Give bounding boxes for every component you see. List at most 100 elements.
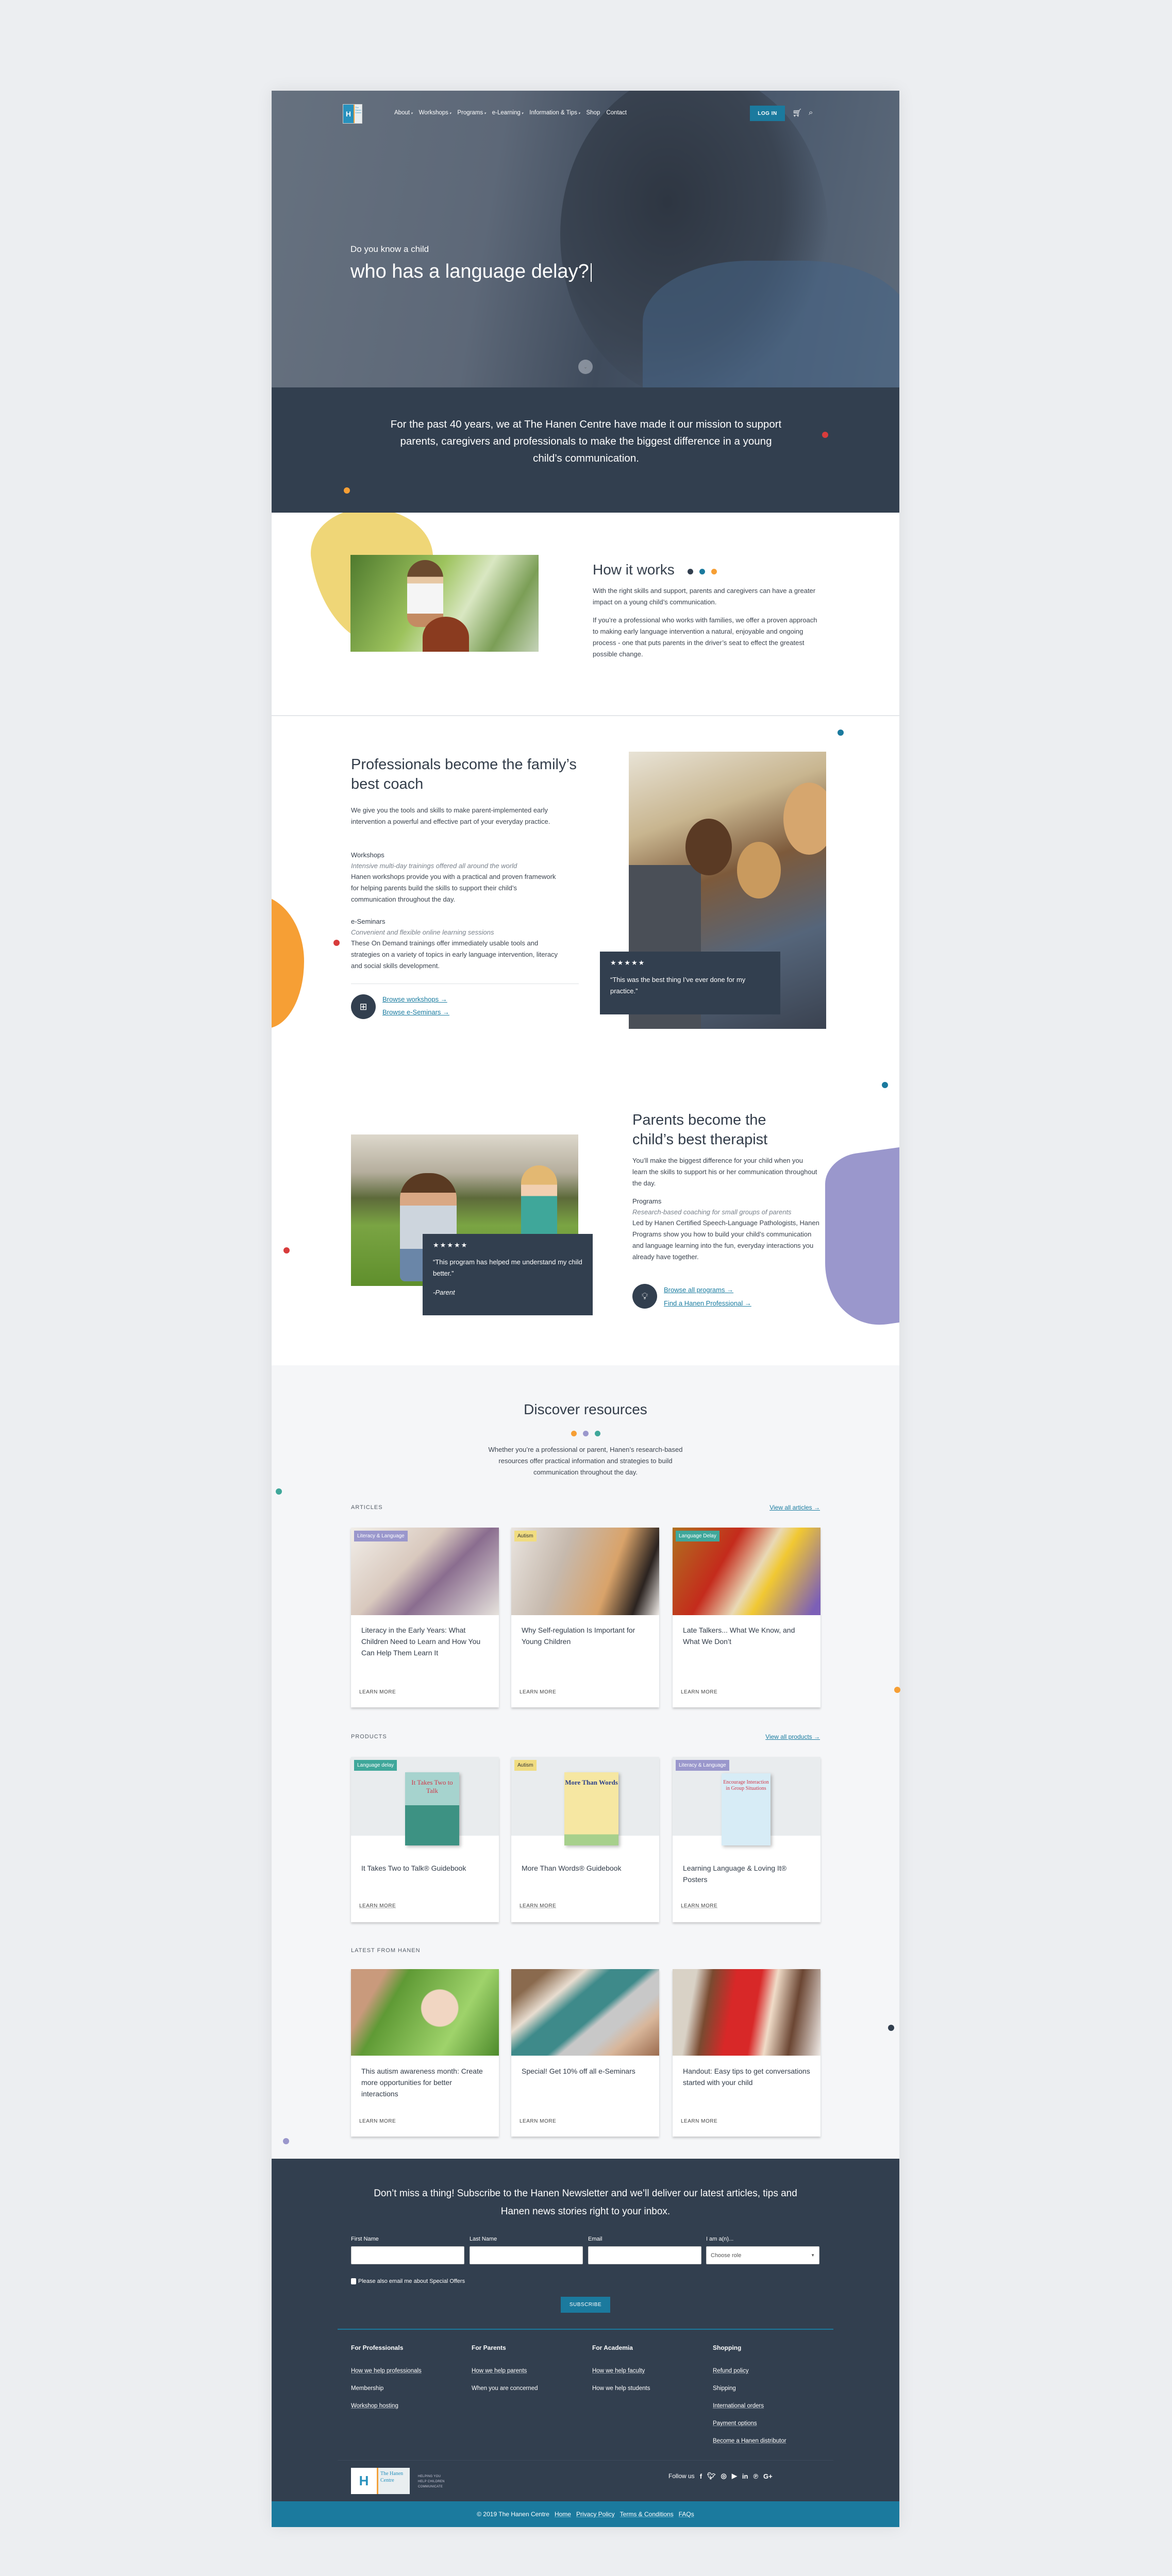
footer-link[interactable]: How we help faculty	[592, 2362, 650, 2380]
login-button[interactable]: LOG IN	[750, 106, 785, 121]
decorative-dot	[283, 2138, 289, 2144]
article-card[interactable]: Autism Why Self-regulation Is Important …	[511, 1528, 659, 1707]
article-card[interactable]: Literacy & Language Literacy in the Earl…	[351, 1528, 499, 1707]
footer-link[interactable]: Membership	[351, 2380, 422, 2397]
instagram-icon[interactable]: ◎	[721, 2472, 727, 2480]
terms-link[interactable]: Terms & Conditions	[620, 2511, 674, 2518]
mission-text: For the past 40 years, we at The Hanen C…	[390, 418, 782, 464]
scroll-down-button[interactable]: ⌄	[578, 360, 593, 374]
nav-shop[interactable]: Shop	[586, 110, 600, 116]
footer-link[interactable]: How we help professionals	[351, 2362, 422, 2380]
faqs-link[interactable]: FAQs	[679, 2511, 694, 2518]
special-offers-checkbox[interactable]	[351, 2278, 356, 2284]
nav-about[interactable]: About ▾	[394, 110, 413, 116]
news-card[interactable]: Handout: Easy tips to get conversations …	[673, 1969, 821, 2137]
news-card[interactable]: This autism awareness month: Create more…	[351, 1969, 499, 2137]
twitter-icon[interactable]: 🐦︎	[707, 2472, 716, 2480]
last-name-input[interactable]	[470, 2246, 583, 2264]
decorative-dot	[838, 730, 844, 736]
workshops-subtitle: Intensive multi-day trainings offered al…	[351, 862, 517, 870]
footer-link[interactable]: Payment options	[713, 2415, 786, 2432]
footer-logo[interactable]: H The Hanen Centre	[351, 2468, 410, 2494]
linkedin-icon[interactable]: in	[742, 2472, 748, 2480]
home-link[interactable]: Home	[555, 2511, 571, 2518]
chevron-down-icon: ▾	[578, 112, 580, 115]
star-icon: ★	[433, 1241, 440, 1249]
learn-more-link[interactable]: LEARN MORE	[681, 1903, 717, 1909]
learn-more-link[interactable]: LEARN MORE	[359, 2119, 396, 2124]
chevron-down-icon: ▾	[411, 112, 413, 115]
learn-more-link[interactable]: LEARN MORE	[520, 2119, 556, 2124]
category-tag: Autism	[514, 1760, 537, 1771]
learn-more-link[interactable]: LEARN MORE	[520, 1903, 556, 1909]
article-card[interactable]: Language Delay Late Talkers... What We K…	[673, 1528, 821, 1707]
decorative-dot	[283, 1247, 290, 1253]
pinterest-icon[interactable]: ℗	[753, 2472, 758, 2480]
subscribe-button[interactable]: SUBSCRIBE	[561, 2297, 610, 2313]
decorative-blob	[272, 894, 304, 1028]
footer-link[interactable]: How we help students	[592, 2380, 650, 2397]
articles-label: ARTICLES	[351, 1504, 383, 1511]
checkbox-label: Please also email me about Special Offer…	[358, 2278, 465, 2284]
youtube-icon[interactable]: ▶	[732, 2472, 737, 2480]
search-icon[interactable]: ⌕	[809, 108, 813, 117]
news-card[interactable]: Special! Get 10% off all e-Seminars LEAR…	[511, 1969, 659, 2137]
rating-stars: ★★★★★	[610, 959, 770, 967]
hero-title-text: who has a language delay?	[350, 261, 589, 282]
news-title: This autism awareness month: Create more…	[361, 2067, 483, 2098]
nav-workshops[interactable]: Workshops ▾	[419, 110, 451, 116]
product-card[interactable]: It Takes Two to Talk Language delay It T…	[351, 1757, 499, 1922]
category-tag: Language Delay	[676, 1531, 719, 1541]
footer-link[interactable]: Refund policy	[713, 2362, 786, 2380]
decorative-dot	[888, 2025, 894, 2031]
lightbulb-icon: 💡︎	[632, 1284, 657, 1309]
nav-programs[interactable]: Programs ▾	[457, 110, 485, 116]
mission-band: For the past 40 years, we at The Hanen C…	[272, 387, 899, 513]
footer-link[interactable]: International orders	[713, 2397, 786, 2415]
star-icon: ★	[610, 959, 617, 967]
learn-more-link[interactable]: LEARN MORE	[359, 1689, 396, 1695]
nav-e-learning[interactable]: e-Learning ▾	[492, 110, 524, 116]
browse-e-seminars-link[interactable]: Browse e-Seminars →	[382, 1008, 449, 1016]
nav-contact[interactable]: Contact	[606, 110, 627, 116]
professionals-title: Professionals become the family’s best c…	[351, 756, 577, 792]
rating-stars: ★★★★★	[433, 1241, 582, 1249]
decorative-dots	[272, 1430, 899, 1439]
special-offers-checkbox-row[interactable]: Please also email me about Special Offer…	[351, 2278, 465, 2284]
footer-link[interactable]: Become a Hanen distributor	[713, 2432, 786, 2450]
footer-link[interactable]: Shipping	[713, 2380, 786, 2397]
role-select-value: Choose role	[711, 2252, 742, 2259]
email-input[interactable]	[588, 2246, 701, 2264]
first-name-input[interactable]	[351, 2246, 464, 2264]
logo[interactable]: H The Hanen Centre	[343, 104, 362, 124]
discover-resources-section: Discover resources Whether you’re a prof…	[272, 1365, 900, 2159]
nav-information-tips[interactable]: Information & Tips ▾	[529, 110, 580, 116]
find-professional-link[interactable]: Find a Hanen Professional →	[664, 1299, 751, 1307]
product-title: Learning Language & Loving It® Posters	[683, 1864, 787, 1884]
view-all-articles-link[interactable]: View all articles →	[769, 1504, 820, 1511]
footer-link[interactable]: When you are concerned	[472, 2380, 538, 2397]
decorative-dots	[688, 562, 723, 578]
footer-link[interactable]: Workshop hosting	[351, 2397, 422, 2415]
learn-more-link[interactable]: LEARN MORE	[359, 1903, 396, 1909]
product-card[interactable]: Encourage Interaction in Group Situation…	[673, 1757, 821, 1922]
browse-workshops-link[interactable]: Browse workshops →	[382, 995, 447, 1003]
article-title: Why Self-regulation Is Important for You…	[522, 1626, 635, 1646]
star-icon: ★	[447, 1241, 454, 1249]
view-all-products-link[interactable]: View all products →	[765, 1733, 820, 1740]
follow-us-label: Follow us	[668, 2472, 695, 2480]
decorative-dot	[276, 1488, 282, 1495]
role-select[interactable]: Choose role ▼	[706, 2246, 819, 2264]
parents-title: Parents become the child’s best therapis…	[632, 1112, 768, 1148]
browse-programs-link[interactable]: Browse all programs →	[664, 1286, 733, 1294]
google-plus-icon[interactable]: G+	[763, 2472, 773, 2480]
product-card[interactable]: More Than Words Autism More Than Words® …	[511, 1757, 659, 1922]
facebook-icon[interactable]: f	[700, 2472, 702, 2480]
learn-more-link[interactable]: LEARN MORE	[681, 2119, 717, 2124]
role-label: I am a(n)...	[706, 2236, 734, 2242]
learn-more-link[interactable]: LEARN MORE	[681, 1689, 717, 1695]
learn-more-link[interactable]: LEARN MORE	[520, 1689, 556, 1695]
footer-link[interactable]: How we help parents	[472, 2362, 538, 2380]
cart-icon[interactable]: 🛒︎	[792, 108, 802, 117]
privacy-policy-link[interactable]: Privacy Policy	[576, 2511, 615, 2518]
